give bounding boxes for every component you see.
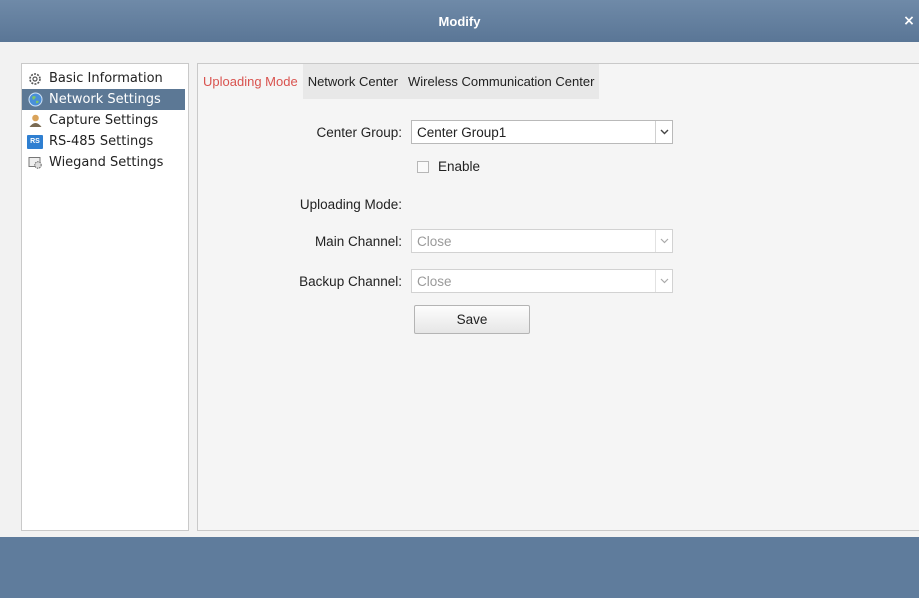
enable-checkbox[interactable] — [417, 161, 429, 173]
chevron-down-icon — [655, 270, 672, 292]
center-group-label: Center Group: — [316, 125, 402, 140]
title-bar: Modify × — [0, 0, 919, 42]
tab-wireless-communication-center[interactable]: Wireless Communication Center — [403, 64, 599, 99]
tab-bar: Uploading Mode Network Center Wireless C… — [198, 64, 600, 99]
main-channel-select[interactable]: Close — [411, 229, 673, 253]
card-gear-icon — [27, 155, 43, 171]
globe-icon — [27, 92, 43, 108]
sidebar-item-capture-settings[interactable]: Capture Settings — [22, 110, 188, 131]
chevron-down-icon — [655, 230, 672, 252]
main-channel-label: Main Channel: — [314, 234, 402, 249]
close-icon[interactable]: × — [901, 13, 917, 29]
center-group-select[interactable]: Center Group1 — [411, 120, 673, 144]
sidebar-item-rs485-settings[interactable]: RS RS-485 Settings — [22, 131, 188, 152]
settings-panel: Uploading Mode Network Center Wireless C… — [197, 63, 919, 531]
rs-badge: RS — [27, 134, 43, 149]
sidebar-item-label: Capture Settings — [49, 113, 159, 128]
uploading-mode-label: Uploading Mode: — [299, 197, 402, 212]
dialog-content: Basic Information Network Settings Captu… — [0, 42, 919, 537]
sidebar-item-wiegand-settings[interactable]: Wiegand Settings — [22, 152, 188, 173]
sidebar-item-label: Wiegand Settings — [49, 155, 164, 170]
main-channel-value: Close — [417, 233, 452, 249]
chevron-down-icon — [655, 121, 672, 143]
tab-network-center[interactable]: Network Center — [303, 64, 403, 99]
settings-sidebar: Basic Information Network Settings Captu… — [21, 63, 189, 531]
backup-channel-label: Backup Channel: — [299, 274, 402, 289]
gear-icon — [27, 71, 43, 87]
user-icon — [27, 113, 43, 129]
save-button[interactable]: Save — [414, 305, 530, 334]
sidebar-item-label: Basic Information — [49, 71, 163, 86]
enable-label: Enable — [438, 159, 481, 174]
sidebar-item-label: Network Settings — [49, 92, 161, 107]
backup-channel-select[interactable]: Close — [411, 269, 673, 293]
tab-uploading-mode[interactable]: Uploading Mode — [198, 64, 303, 99]
sidebar-item-label: RS-485 Settings — [49, 134, 154, 149]
window-title: Modify — [438, 13, 481, 29]
sidebar-item-network-settings[interactable]: Network Settings — [22, 89, 185, 110]
footer-bar — [0, 537, 919, 598]
rs-icon: RS — [27, 134, 43, 150]
sidebar-item-basic-information[interactable]: Basic Information — [22, 68, 188, 89]
center-group-value: Center Group1 — [417, 124, 507, 140]
backup-channel-value: Close — [417, 273, 452, 289]
